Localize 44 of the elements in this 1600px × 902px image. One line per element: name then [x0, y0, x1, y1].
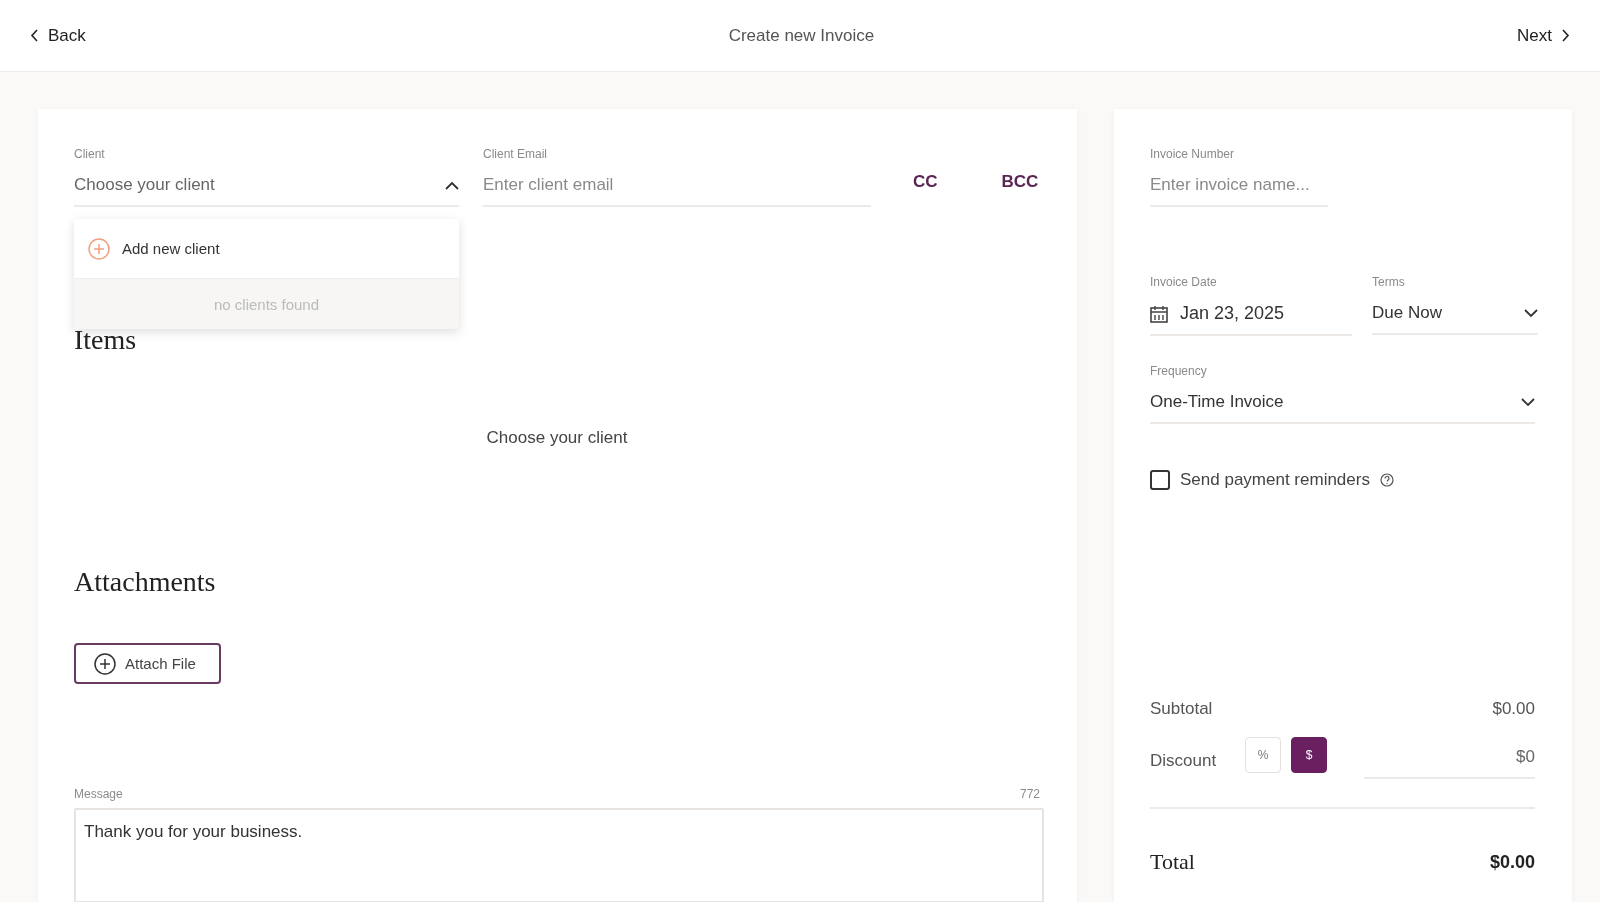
next-button[interactable]: Next: [1517, 21, 1570, 50]
total-value: $0.00: [1489, 851, 1535, 873]
terms-select[interactable]: Due Now: [1372, 303, 1538, 335]
subtotal-label: Subtotal: [1150, 699, 1213, 719]
cc-button[interactable]: CC: [907, 171, 944, 193]
attach-file-button[interactable]: Attach File: [74, 643, 221, 684]
empty-message: no clients found: [74, 279, 459, 329]
reminders-label: Send payment reminders: [1180, 470, 1370, 490]
calendar-icon: [1150, 304, 1168, 323]
client-select[interactable]: Choose your client: [74, 175, 459, 207]
character-count: 772: [1019, 787, 1040, 801]
reminders-checkbox[interactable]: [1150, 470, 1170, 490]
page-title: Create new Invoice: [728, 25, 875, 46]
client-email-label: Client Email: [483, 147, 549, 161]
chevron-up-icon: [445, 180, 459, 190]
invoice-date-field[interactable]: Jan 23, 2025: [1150, 303, 1352, 336]
frequency-select[interactable]: One-Time Invoice: [1150, 392, 1535, 424]
discount-field[interactable]: $0: [1364, 747, 1535, 779]
dollar-toggle[interactable]: $: [1291, 737, 1327, 773]
chevron-right-icon: [1562, 29, 1570, 42]
frequency-label: Frequency: [1150, 364, 1208, 378]
terms-label: Terms: [1372, 275, 1406, 289]
chevron-left-icon: [30, 29, 38, 42]
back-button[interactable]: Back: [30, 21, 86, 50]
bcc-button[interactable]: BCC: [995, 171, 1045, 193]
plus-circle-icon: [94, 652, 116, 675]
help-icon[interactable]: [1379, 473, 1394, 487]
invoice-number-label: Invoice Number: [1150, 147, 1236, 161]
message-field[interactable]: Thank you for your business.: [74, 808, 1044, 902]
message-label: Message: [74, 787, 123, 801]
chevron-down-icon: [1524, 308, 1538, 318]
chevron-down-icon: [1521, 397, 1535, 407]
discount-label: Discount: [1150, 751, 1218, 771]
client-email-field[interactable]: Enter client email: [483, 175, 871, 207]
items-empty-message: Choose your client: [486, 428, 628, 448]
percent-toggle[interactable]: %: [1245, 737, 1281, 773]
client-label: Client: [74, 147, 106, 161]
invoice-date-label: Invoice Date: [1150, 275, 1218, 289]
invoice-number-field[interactable]: Enter invoice name...: [1150, 175, 1328, 207]
total-label: Total: [1150, 849, 1195, 875]
plus-circle-icon: [88, 237, 110, 260]
subtotal-value: $0.00: [1492, 699, 1535, 719]
attachments-heading: Attachments: [74, 566, 217, 598]
add-client-option[interactable]: Add new client: [74, 219, 459, 279]
